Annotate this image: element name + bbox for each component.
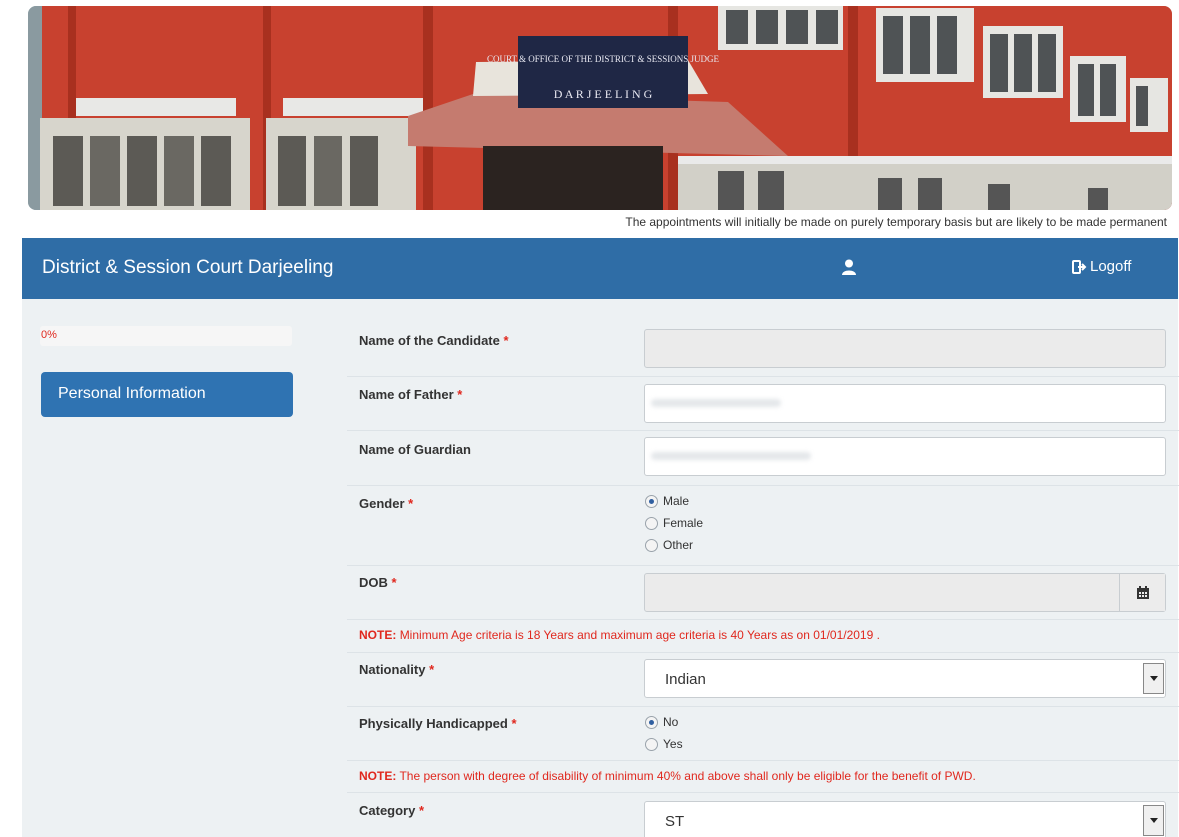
nationality-label: Nationality * (359, 662, 435, 677)
calendar-button[interactable] (1119, 574, 1165, 611)
nationality-value: Indian (665, 671, 706, 688)
redacted-text (651, 452, 811, 460)
father-name-label: Name of Father * (359, 387, 463, 402)
father-name-field[interactable] (644, 384, 1166, 423)
chevron-down-icon[interactable] (1143, 805, 1164, 836)
category-value: ST (665, 813, 685, 830)
progress-bar: 0% (40, 326, 292, 346)
row-guardian-name: Name of Guardian (347, 431, 1179, 486)
logoff-label: Logoff (1090, 258, 1132, 275)
radio-icon (645, 516, 658, 530)
radio-selected-icon (645, 715, 658, 729)
gender-option-male[interactable]: Male (645, 490, 703, 512)
banner-caption: The appointments will initially be made … (625, 215, 1167, 229)
radio-icon (645, 538, 658, 552)
handicapped-option-yes[interactable]: Yes (645, 733, 683, 755)
gender-option-other[interactable]: Other (645, 534, 703, 556)
category-label: Category * (359, 803, 425, 818)
redacted-text (651, 399, 781, 407)
candidate-name-field[interactable] (644, 329, 1166, 368)
guardian-name-field[interactable] (644, 437, 1166, 476)
row-nationality: Nationality * Indian (347, 653, 1179, 707)
gender-radio-group: Male Female Other (645, 490, 703, 556)
calendar-icon (1136, 585, 1149, 599)
radio-selected-icon (645, 494, 658, 508)
main-panel: 0% Personal Information Name of the Cand… (22, 299, 1179, 837)
note-age: NOTE: Minimum Age criteria is 18 Years a… (359, 628, 880, 642)
logoff-icon (1072, 259, 1087, 274)
logoff-button[interactable]: Logoff (1072, 258, 1131, 275)
progress-text: 0% (41, 329, 57, 341)
court-building-photo: COURT & OFFICE OF THE DISTRICT & SESSION… (28, 6, 1172, 210)
nav-personal-information[interactable]: Personal Information (41, 372, 293, 417)
top-navbar: District & Session Court Darjeeling Logo… (22, 238, 1178, 299)
dob-field[interactable] (644, 573, 1166, 612)
row-father-name: Name of Father * (347, 377, 1179, 431)
handicapped-radio-group: No Yes (645, 711, 683, 755)
row-dob: DOB * (347, 566, 1179, 620)
site-title[interactable]: District & Session Court Darjeeling (42, 257, 333, 279)
row-gender: Gender * Male Female Other (347, 486, 1179, 566)
row-note-age: NOTE: Minimum Age criteria is 18 Years a… (347, 620, 1179, 653)
chevron-down-icon[interactable] (1143, 663, 1164, 694)
candidate-name-label: Name of the Candidate * (359, 333, 509, 348)
note-pwd: NOTE: The person with degree of disabili… (359, 769, 976, 783)
building-sign-city: D A R J E E L I N G (554, 87, 653, 101)
radio-icon (645, 737, 658, 751)
handicapped-label: Physically Handicapped * (359, 716, 517, 731)
row-category: Category * ST (347, 793, 1179, 837)
user-icon[interactable] (840, 258, 858, 276)
row-handicapped: Physically Handicapped * No Yes (347, 707, 1179, 761)
personal-info-form: Name of the Candidate * Name of Father *… (347, 323, 1179, 837)
dob-label: DOB * (359, 575, 397, 590)
banner-image: COURT & OFFICE OF THE DISTRICT & SESSION… (28, 6, 1172, 210)
row-candidate-name: Name of the Candidate * (347, 323, 1179, 377)
handicapped-option-no[interactable]: No (645, 711, 683, 733)
nationality-select[interactable]: Indian (644, 659, 1166, 698)
gender-option-female[interactable]: Female (645, 512, 703, 534)
building-sign-text: COURT & OFFICE OF THE DISTRICT & SESSION… (487, 54, 719, 64)
row-note-pwd: NOTE: The person with degree of disabili… (347, 761, 1179, 793)
gender-label: Gender * (359, 496, 414, 511)
category-select[interactable]: ST (644, 801, 1166, 837)
guardian-name-label: Name of Guardian (359, 442, 471, 457)
